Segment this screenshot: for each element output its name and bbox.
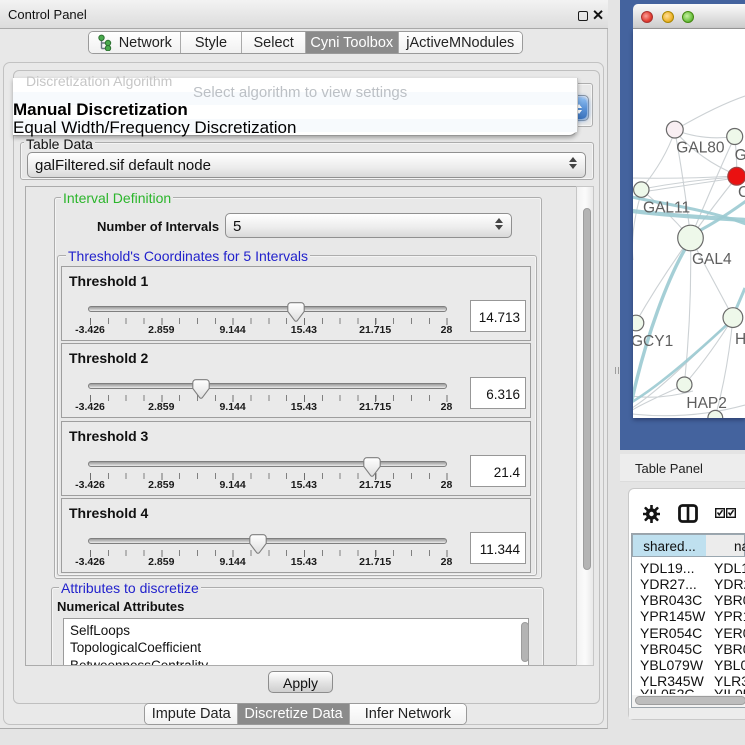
svg-text:CY: CY (738, 184, 745, 201)
svg-text:GAL80: GAL80 (676, 140, 725, 157)
svg-text:GCY1: GCY1 (633, 333, 673, 350)
svg-text:HST: HST (735, 331, 745, 348)
svg-text:HAP2: HAP2 (686, 395, 727, 412)
svg-text:GAL: GAL (735, 147, 745, 164)
svg-text:GAL11: GAL11 (643, 200, 690, 217)
svg-text:GAL4: GAL4 (692, 251, 732, 268)
